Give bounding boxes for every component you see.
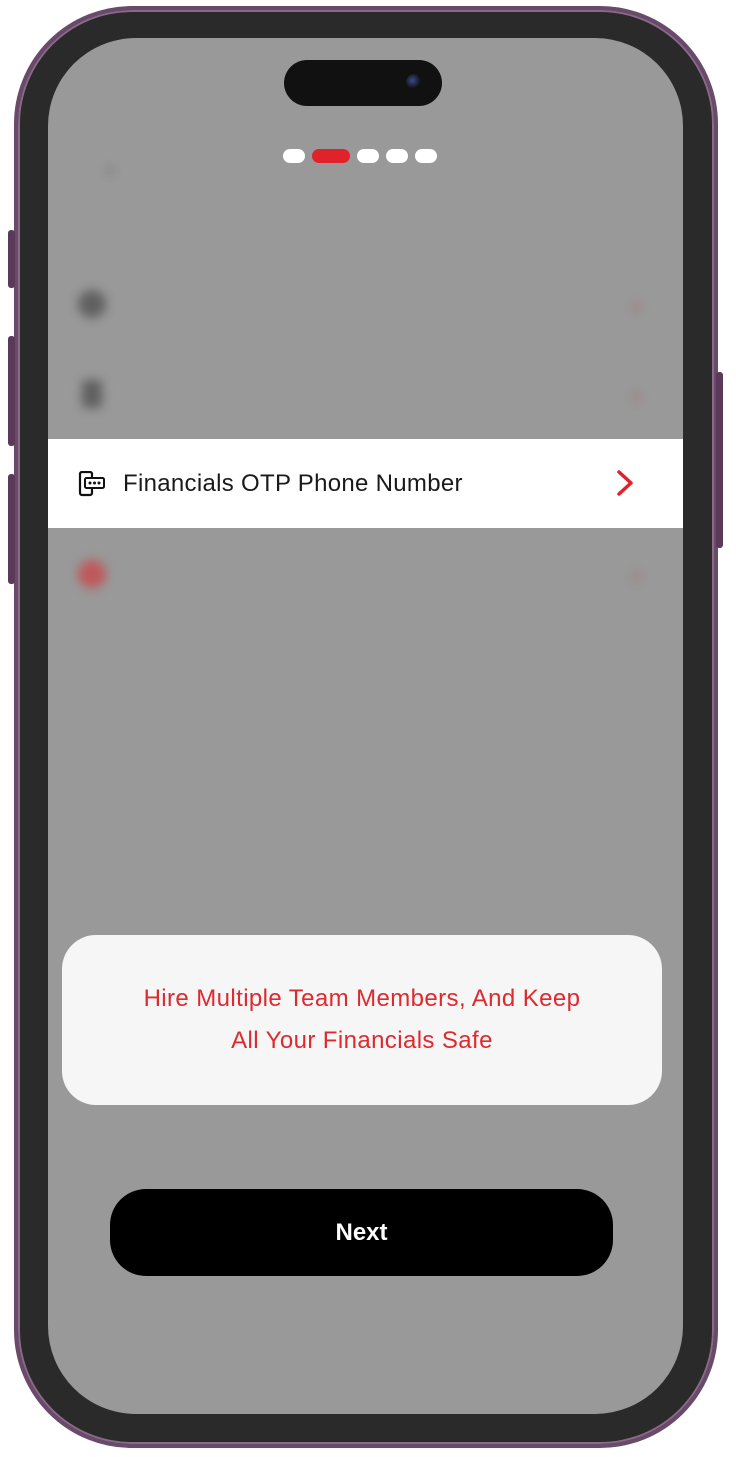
- step-indicator: [283, 149, 437, 163]
- chevron-right-icon: ›: [632, 560, 641, 590]
- volume-down-button: [8, 474, 15, 584]
- step-dot: [357, 149, 379, 163]
- chevron-right-icon: ›: [632, 380, 641, 410]
- background-row: ›: [76, 554, 656, 594]
- background-row: ›: [76, 374, 656, 414]
- step-dot: [386, 149, 408, 163]
- tip-card: Hire Multiple Team Members, And Keep All…: [62, 935, 662, 1105]
- next-button[interactable]: Next: [110, 1189, 613, 1276]
- action-button: [8, 230, 15, 288]
- step-dot: [415, 149, 437, 163]
- tip-text-line-1: Hire Multiple Team Members, And Keep: [143, 985, 581, 1012]
- back-icon: ‹: [106, 156, 114, 183]
- financials-otp-label: Financials OTP Phone Number: [123, 470, 463, 497]
- chevron-right-icon: ›: [632, 290, 641, 320]
- step-dot: [283, 149, 305, 163]
- background-row: ›: [76, 284, 656, 324]
- financials-otp-row[interactable]: Financials OTP Phone Number: [48, 439, 683, 528]
- delete-icon: [78, 560, 106, 588]
- phone-otp-icon: [78, 471, 105, 497]
- volume-up-button: [8, 336, 15, 446]
- camera-icon: [406, 74, 422, 90]
- power-button: [716, 372, 723, 548]
- chevron-right-icon: [617, 470, 633, 496]
- screen: ‹ › › › Financials OTP Phone Number Hire…: [48, 38, 683, 1414]
- dynamic-island: [284, 60, 442, 106]
- profile-icon: [78, 290, 106, 318]
- tip-text-line-2: All Your Financials Safe: [231, 1027, 493, 1054]
- step-dot: [312, 149, 350, 163]
- phone-icon: [82, 380, 102, 408]
